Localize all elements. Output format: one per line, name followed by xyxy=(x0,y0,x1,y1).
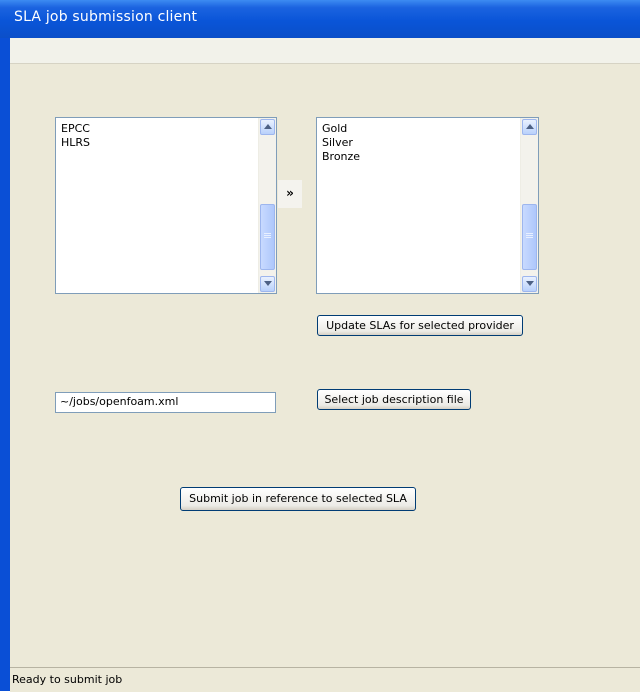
chevron-up-icon xyxy=(526,124,534,129)
sla-item[interactable]: Bronze xyxy=(322,150,360,164)
window-frame-left xyxy=(0,38,10,691)
sla-list[interactable]: Gold Silver Bronze xyxy=(316,117,539,294)
scroll-down-button[interactable] xyxy=(260,276,275,292)
title-bar[interactable]: SLA job submission client xyxy=(0,0,640,38)
submit-job-button[interactable]: Submit job in reference to selected SLA xyxy=(180,487,416,511)
main-panel: EPCC HLRS » Gold Silver Bronze Update SL… xyxy=(10,64,640,668)
sla-item[interactable]: Gold xyxy=(322,122,360,136)
status-text: Ready to submit job xyxy=(12,673,123,686)
sla-item[interactable]: Silver xyxy=(322,136,360,150)
window-title: SLA job submission client xyxy=(14,9,198,25)
select-job-file-button[interactable]: Select job description file xyxy=(317,389,471,410)
provider-item[interactable]: EPCC xyxy=(61,122,90,136)
scroll-up-button[interactable] xyxy=(260,119,275,135)
application-window: SLA job submission client EPCC HLRS » Go… xyxy=(0,0,640,692)
chevron-down-icon xyxy=(264,281,272,286)
provider-list-scrollbar[interactable] xyxy=(258,118,276,293)
status-bar: Ready to submit job xyxy=(10,667,640,692)
provider-item[interactable]: HLRS xyxy=(61,136,90,150)
sla-list-scrollbar[interactable] xyxy=(520,118,538,293)
scroll-up-button[interactable] xyxy=(522,119,537,135)
job-file-input[interactable]: ~/jobs/openfoam.xml xyxy=(55,392,276,413)
select-provider-button[interactable]: » xyxy=(278,180,302,208)
provider-list[interactable]: EPCC HLRS xyxy=(55,117,277,294)
scroll-down-button[interactable] xyxy=(522,276,537,292)
scroll-thumb[interactable] xyxy=(260,204,275,270)
chevron-down-icon xyxy=(526,281,534,286)
scroll-thumb[interactable] xyxy=(522,204,537,270)
update-slas-button[interactable]: Update SLAs for selected provider xyxy=(317,315,523,336)
menu-bar xyxy=(10,38,640,64)
chevron-up-icon xyxy=(264,124,272,129)
